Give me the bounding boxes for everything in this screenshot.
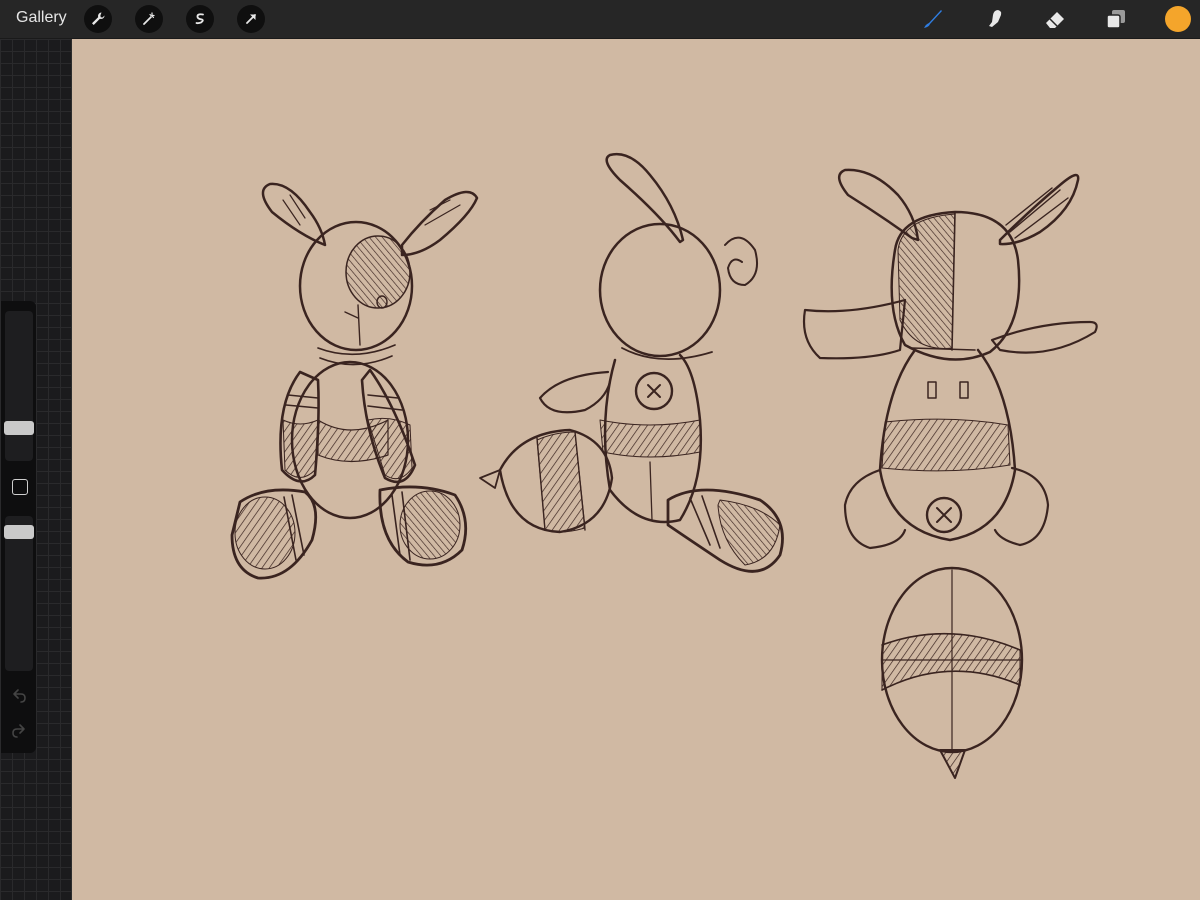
selection-button[interactable] (186, 5, 214, 33)
sketch-front-view (230, 182, 479, 580)
opacity-handle[interactable] (4, 525, 34, 539)
sketch-side-view (479, 152, 784, 573)
transform-arrow-icon (246, 14, 256, 24)
brush-size-slider[interactable] (5, 311, 33, 461)
opacity-slider[interactable] (5, 516, 33, 671)
magic-wand-icon (143, 12, 155, 25)
smudge-icon (989, 10, 1002, 27)
brush-size-handle[interactable] (4, 421, 34, 435)
selection-icon (195, 13, 204, 25)
adjustments-button[interactable] (135, 5, 163, 33)
actions-button[interactable] (84, 5, 112, 33)
sketch-back-view (802, 168, 1098, 779)
eraser-icon (1046, 12, 1064, 28)
wrench-icon (92, 12, 105, 25)
slider-panel (1, 301, 36, 753)
modify-square-button[interactable] (12, 479, 28, 495)
left-sidebar (0, 39, 72, 900)
redo-icon[interactable] (9, 721, 29, 741)
transform-button[interactable] (237, 5, 265, 33)
drawing-canvas[interactable] (72, 39, 1200, 900)
gallery-button[interactable]: Gallery (16, 9, 67, 27)
undo-icon[interactable] (9, 686, 29, 706)
brush-tool-button[interactable] (920, 6, 946, 32)
smudge-tool-button[interactable] (981, 6, 1007, 32)
sketch-artwork (230, 152, 1098, 779)
color-picker-button[interactable] (1165, 6, 1191, 32)
layers-button[interactable] (1103, 6, 1129, 32)
brush-icon (924, 10, 942, 28)
layers-icon (1106, 10, 1125, 29)
eraser-tool-button[interactable] (1042, 6, 1068, 32)
top-toolbar: Gallery (0, 0, 1200, 39)
